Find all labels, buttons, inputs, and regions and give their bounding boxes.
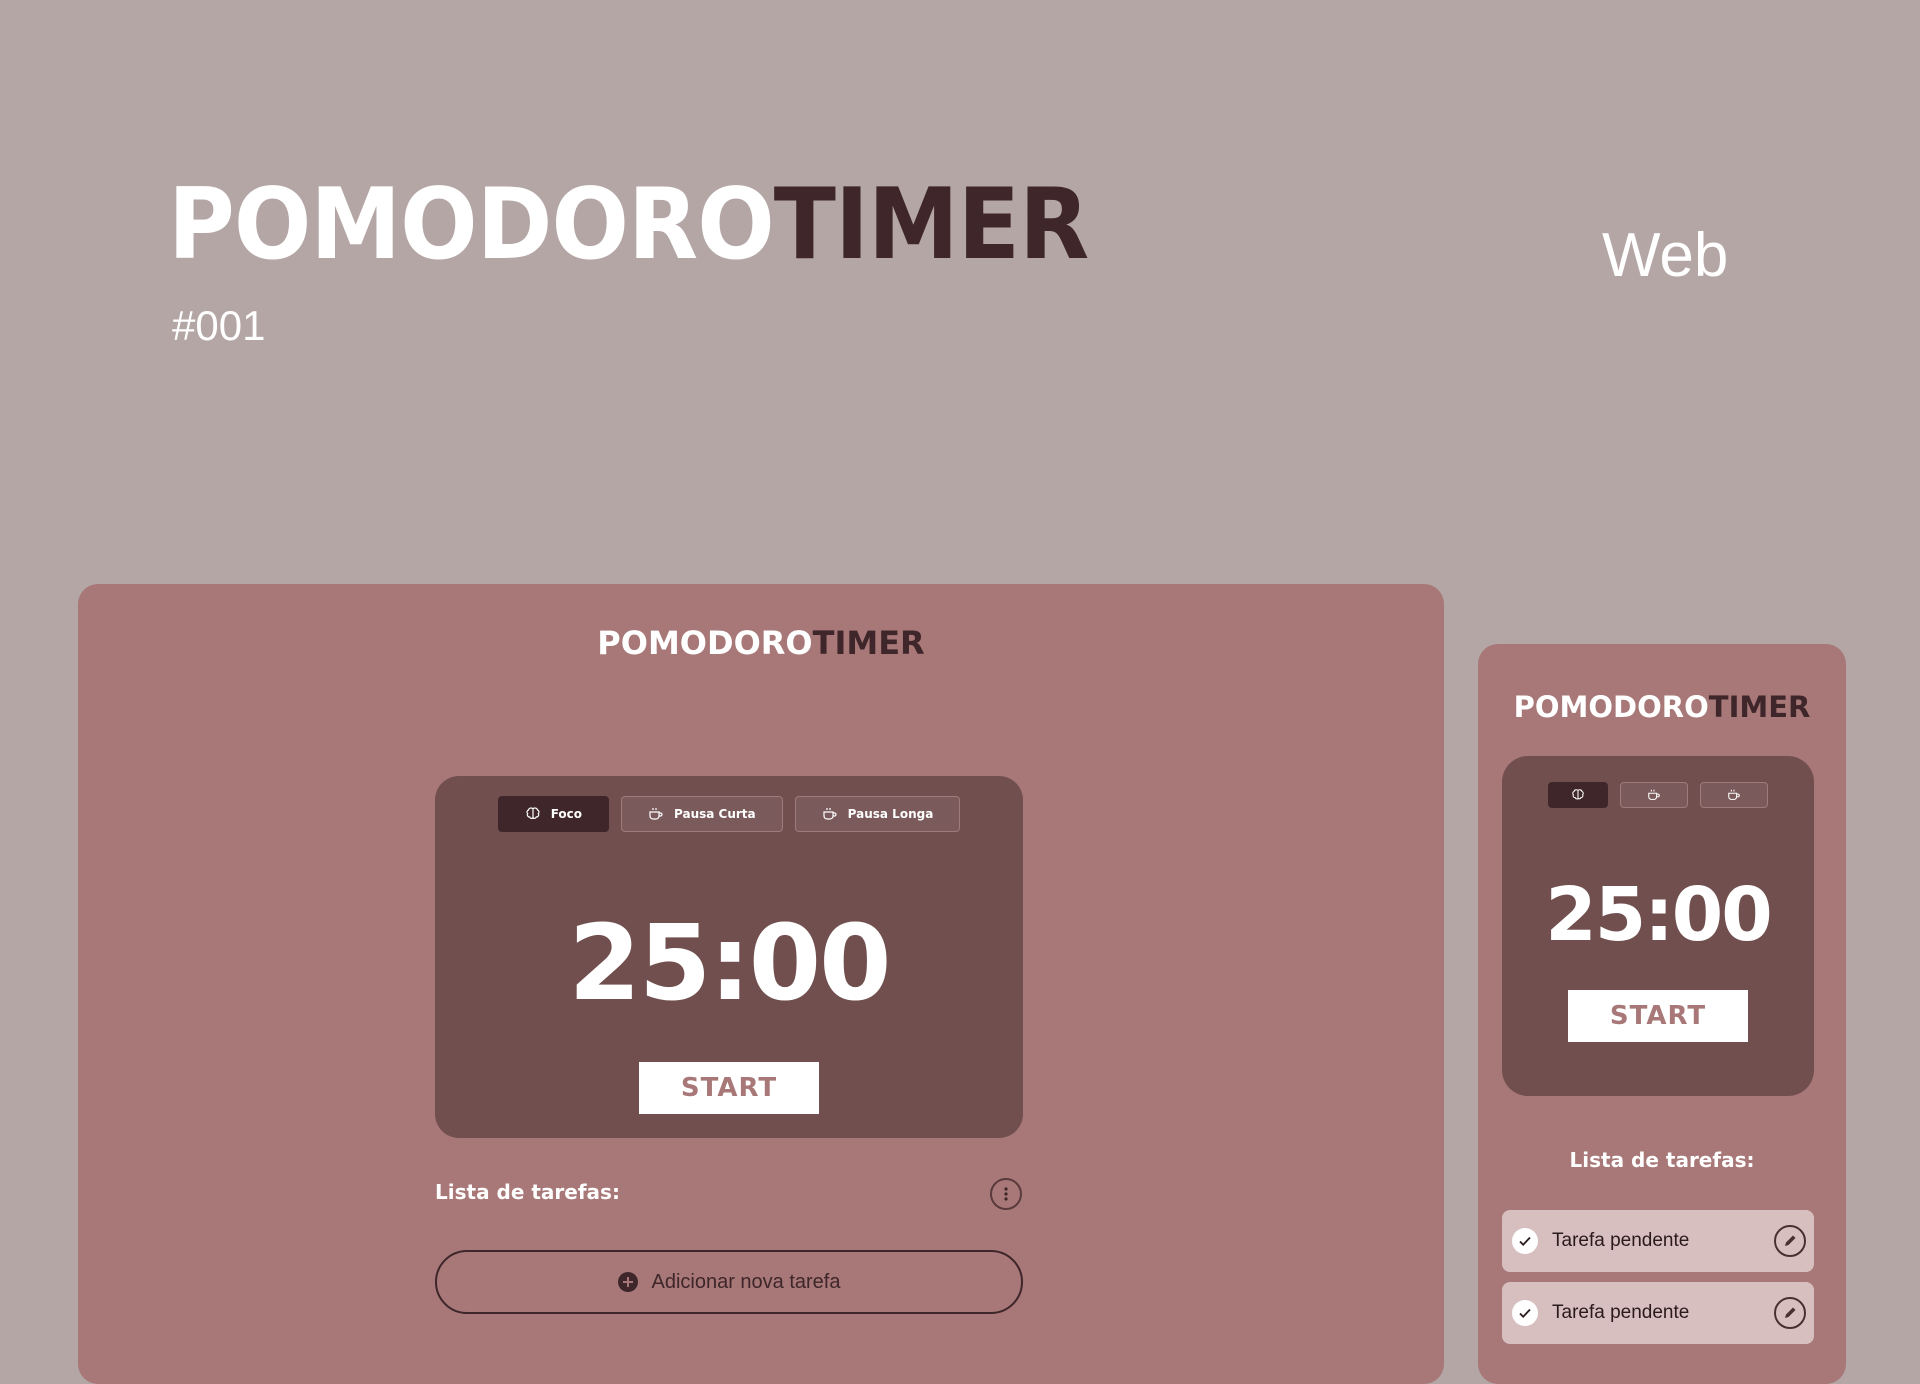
mode-tabs: Foco Pausa Curta Pausa Longa (435, 796, 1023, 832)
coffee-icon (823, 808, 837, 820)
app-logo: POMODOROTIMER (78, 624, 1444, 662)
task-label: Tarefa pendente (1552, 1230, 1690, 1251)
add-task-button[interactable]: Adicionar nova tarefa (435, 1250, 1023, 1314)
task-checkbox[interactable] (1512, 1300, 1538, 1326)
mobile-logo-dark: TIMER (1708, 690, 1811, 724)
pencil-icon (1785, 1307, 1796, 1318)
tab-foco-label: Foco (550, 807, 582, 821)
hero-title-dark: TIMER (773, 168, 1090, 282)
desktop-frame: POMODOROTIMER Foco Pausa Curta Pausa Lon… (78, 584, 1444, 1384)
mobile-app-logo: POMODOROTIMER (1478, 690, 1846, 724)
task-item[interactable]: Tarefa pendente (1502, 1210, 1814, 1272)
hero-number: #001 (172, 302, 266, 349)
mobile-frame: POMODOROTIMER 25:00 START Lista de taref… (1478, 644, 1846, 1384)
mobile-tab-foco[interactable] (1548, 782, 1608, 808)
plus-circle-icon (618, 1272, 639, 1292)
more-options-button[interactable] (990, 1178, 1022, 1210)
mobile-tasks-title: Lista de tarefas: (1569, 1148, 1755, 1172)
mobile-mode-tabs (1502, 782, 1814, 808)
tab-pausa-longa[interactable]: Pausa Longa (794, 796, 961, 832)
tab-pausa-curta-label: Pausa Curta (674, 807, 756, 821)
more-vertical-icon (1004, 1187, 1008, 1201)
brain-icon (1572, 789, 1584, 800)
app-logo-dark: TIMER (812, 624, 925, 662)
app-logo-light: POMODORO (597, 624, 813, 662)
mobile-start-button[interactable]: START (1568, 990, 1748, 1042)
mobile-tab-pausa-curta[interactable] (1620, 782, 1688, 808)
add-task-label: Adicionar nova tarefa (651, 1270, 841, 1293)
mobile-timer-card: 25:00 START (1502, 756, 1814, 1096)
task-checkbox[interactable] (1512, 1228, 1538, 1254)
timer-display: 25:00 (568, 902, 891, 1024)
edit-task-button[interactable] (1774, 1225, 1806, 1257)
tab-foco[interactable]: Foco (497, 796, 609, 832)
hero-platform: Web (1602, 221, 1729, 290)
task-label: Tarefa pendente (1552, 1302, 1690, 1323)
mobile-tab-pausa-longa[interactable] (1700, 782, 1768, 808)
hero-title: POMODOROTIMER (168, 176, 1089, 274)
check-icon (1519, 1308, 1531, 1318)
pencil-icon (1785, 1235, 1796, 1246)
mobile-logo-light: POMODORO (1513, 690, 1709, 724)
mobile-timer-display: 25:00 (1545, 872, 1773, 958)
tab-pausa-curta[interactable]: Pausa Curta (621, 796, 783, 832)
coffee-icon (649, 808, 663, 820)
hero-title-light: POMODORO (168, 168, 775, 282)
start-button[interactable]: START (639, 1062, 819, 1114)
edit-task-button[interactable] (1774, 1297, 1806, 1329)
brain-icon (526, 807, 540, 819)
task-item[interactable]: Tarefa pendente (1502, 1282, 1814, 1344)
coffee-icon (1728, 789, 1740, 800)
tab-pausa-longa-label: Pausa Longa (847, 807, 934, 821)
tasks-title: Lista de tarefas: (435, 1180, 620, 1204)
coffee-icon (1648, 789, 1660, 800)
timer-card: Foco Pausa Curta Pausa Longa 25:00 START (435, 776, 1023, 1138)
check-icon (1519, 1236, 1531, 1246)
